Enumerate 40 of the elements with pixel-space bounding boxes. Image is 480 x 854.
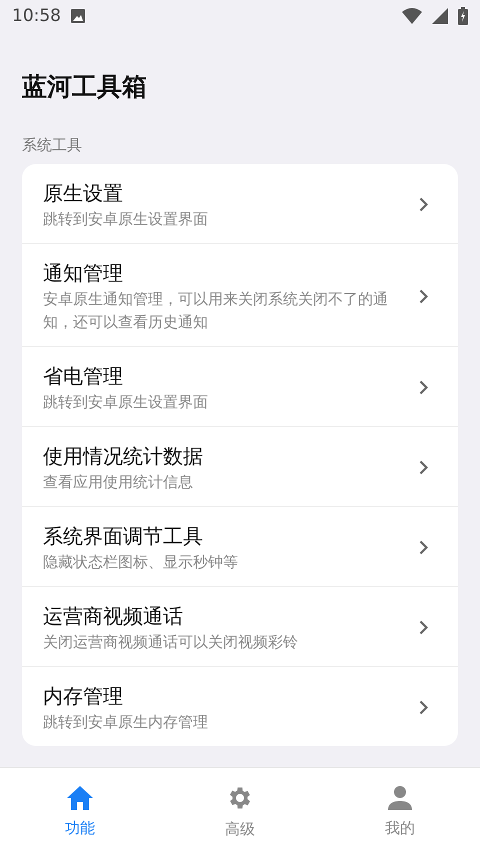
chevron-icon <box>419 540 428 555</box>
app-title: 蓝河工具箱 <box>22 71 148 103</box>
section-label: 系统工具 <box>22 135 83 156</box>
settings-row[interactable]: 省电管理 跳转到安卓原生设置界面 <box>22 346 458 426</box>
chevron-icon <box>419 380 428 395</box>
row-subtitle: 关闭运营商视频通话可以关闭视频彩铃 <box>43 632 299 653</box>
chevron-icon <box>419 288 428 304</box>
row-subtitle: 查看应用使用统计信息 <box>43 472 194 493</box>
home-icon <box>66 784 94 810</box>
status-time: 10:58 <box>12 6 61 26</box>
row-subtitle: 跳转到安卓原生内存管理 <box>43 712 209 733</box>
row-title: 内存管理 <box>43 683 124 710</box>
row-title: 原生设置 <box>43 180 124 207</box>
row-title: 使用情况统计数据 <box>43 443 204 470</box>
nav-tab[interactable]: 功能 <box>0 768 160 854</box>
settings-row[interactable]: 原生设置 跳转到安卓原生设置界面 <box>22 164 458 243</box>
row-subtitle: 隐藏状态栏图标、显示秒钟等 <box>43 552 239 573</box>
chevron-icon <box>419 197 428 212</box>
settings-row[interactable]: 运营商视频通话 关闭运营商视频通话可以关闭视频彩铃 <box>22 586 458 666</box>
chevron-icon <box>419 700 428 715</box>
chevron-icon <box>419 460 428 475</box>
settings-row[interactable]: 系统界面调节工具 隐藏状态栏图标、显示秒钟等 <box>22 506 458 586</box>
row-title: 系统界面调节工具 <box>43 523 204 550</box>
nav-tab[interactable]: 我的 <box>320 768 480 854</box>
battery-icon <box>458 7 468 25</box>
settings-row[interactable]: 通知管理 安卓原生通知管理，可以用来关闭系统关闭不了的通知，还可以查看历史通知 <box>22 243 458 346</box>
row-subtitle: 跳转到安卓原生设置界面 <box>43 392 209 413</box>
settings-row[interactable]: 内存管理 跳转到安卓原生内存管理 <box>22 666 458 746</box>
row-title: 通知管理 <box>43 260 124 287</box>
signal-icon <box>432 8 448 24</box>
row-subtitle: 跳转到安卓原生设置界面 <box>43 209 209 230</box>
settings-row[interactable]: 使用情况统计数据 查看应用使用统计信息 <box>22 426 458 506</box>
nav-tab[interactable]: 高级 <box>160 768 320 854</box>
row-subtitle: 安卓原生通知管理，可以用来关闭系统关闭不了的通知，还可以查看历史通知 <box>43 289 389 333</box>
chevron-icon <box>419 620 428 635</box>
wifi-icon <box>402 8 422 24</box>
row-title: 省电管理 <box>43 363 124 390</box>
row-title: 运营商视频通话 <box>43 603 184 630</box>
person-icon <box>387 784 413 810</box>
image-icon <box>71 9 85 23</box>
